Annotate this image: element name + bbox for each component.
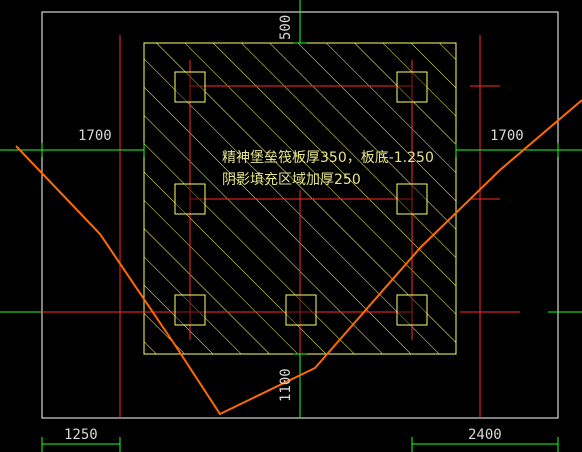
column-bottom-right[interactable]: [396, 294, 428, 326]
column-bottom-left[interactable]: [174, 294, 206, 326]
note-line-1: 精神堡垒筏板厚350，板底-1.250: [222, 149, 434, 166]
note-line-2: 阴影填充区域加厚250: [222, 172, 361, 188]
dim-text-top-offset: 500: [278, 15, 294, 40]
column-middle-left[interactable]: [174, 183, 206, 215]
dim-text-bottom-right: 2400: [468, 427, 502, 443]
dim-text-left-extension: 1700: [78, 128, 112, 144]
dim-text-bottom-offset: 1100: [278, 368, 294, 402]
cad-drawing-canvas[interactable]: 500 1700 1700 1100 1250 2400 精神堡垒筏板厚350，…: [0, 0, 582, 452]
column-top-left[interactable]: [174, 71, 206, 103]
column-bottom-center[interactable]: [285, 294, 317, 326]
dim-text-bottom-left: 1250: [64, 427, 98, 443]
dim-text-right-extension: 1700: [490, 128, 524, 144]
column-middle-right[interactable]: [396, 183, 428, 215]
column-top-right[interactable]: [396, 71, 428, 103]
